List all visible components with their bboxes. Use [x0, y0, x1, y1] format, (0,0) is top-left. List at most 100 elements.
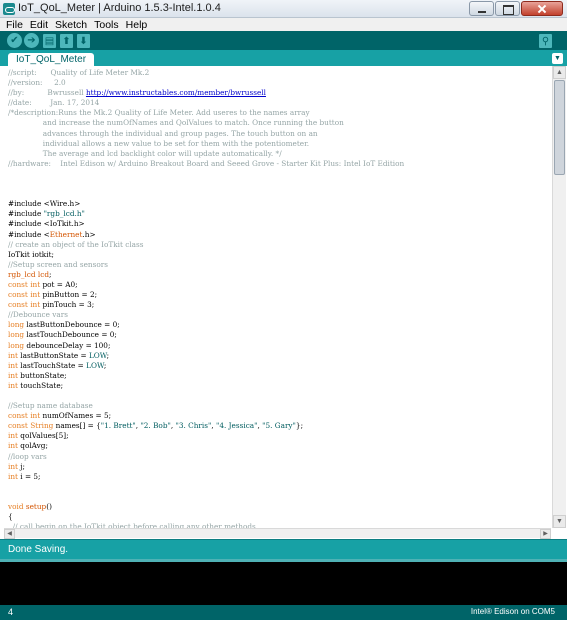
code-line: int lastTouchState = LOW; [8, 361, 552, 371]
code-token: /*description:Runs the Mk.2 Quality of L… [8, 108, 310, 118]
code-token: "3. Chris" [175, 421, 212, 431]
code-line: #include <IoTkit.h> [8, 219, 552, 229]
code-token: int [8, 471, 18, 481]
console-output[interactable] [0, 559, 567, 605]
scroll-up-icon[interactable]: ▲ [553, 66, 566, 79]
code-token: //version: 2.0 [8, 78, 66, 88]
menu-tools[interactable]: Tools [94, 19, 119, 31]
code-token: The average and lcd backlight color will… [8, 148, 282, 158]
tab-bar: IoT_QoL_Meter ▼ [0, 50, 567, 66]
magnifier-icon[interactable]: ⚲ [539, 34, 552, 48]
code-token: "1. Brett" [100, 421, 136, 431]
code-line: { [8, 512, 552, 522]
tab-iot-qol-meter[interactable]: IoT_QoL_Meter [8, 53, 95, 66]
minimize-icon[interactable] [469, 1, 494, 16]
code-line: IoTkit iotkit; [8, 250, 552, 260]
menu-file[interactable]: File [6, 19, 23, 31]
toolbar: ✔ ➔ ▤ ⬆ ⬇ ⚲ [0, 31, 567, 50]
code-line: rgb_lcd lcd; [8, 270, 552, 280]
code-line: const int pinButton = 2; [8, 290, 552, 300]
menu-help[interactable]: Help [126, 19, 148, 31]
code-token: ; [106, 350, 110, 360]
code-token: int [8, 431, 18, 441]
code-token: pot = A0; [40, 279, 78, 289]
code-token: qolAvg; [17, 441, 48, 451]
code-token: rgb_lcd [8, 269, 36, 279]
code-token: //Setup name database [8, 401, 93, 411]
scroll-right-icon[interactable]: ▶ [540, 529, 551, 539]
arrow-right-icon[interactable]: ➔ [24, 33, 39, 48]
code-line: The average and lcd backlight color will… [8, 149, 552, 159]
code-line: //hardware: Intel Edison w/ Arduino Brea… [8, 159, 552, 169]
code-token: //by: Bwrussell [8, 88, 86, 98]
code-token: pinTouch = 3; [40, 300, 95, 310]
code-token: int [8, 380, 18, 390]
code-token: "2. Bob" [140, 421, 171, 431]
code-area[interactable]: //script: Quality of Life Meter Mk.2//ve… [4, 66, 552, 528]
vertical-scrollbar[interactable]: ▲ ▼ [552, 66, 566, 528]
open-icon[interactable]: ⬆ [60, 34, 73, 48]
scroll-down-icon[interactable]: ▼ [553, 515, 566, 528]
code-editor[interactable]: //script: Quality of Life Meter Mk.2//ve… [4, 66, 552, 528]
code-line: long debounceDelay = 100; [8, 341, 552, 351]
menu-bar: File Edit Sketch Tools Help [0, 18, 567, 31]
title-bar: IoT_QoL_Meter | Arduino 1.5.3-Intel.1.0.… [0, 0, 567, 18]
code-token: int [30, 279, 41, 289]
code-token: setup [25, 502, 47, 512]
menu-edit[interactable]: Edit [30, 19, 48, 31]
code-token: buttonState; [17, 370, 67, 380]
code-token: lastButtonDebounce = 0; [24, 320, 120, 330]
code-token: //hardware: Intel Edison w/ Arduino Brea… [8, 158, 405, 168]
code-token[interactable]: http://www.instructables.com/member/bwru… [86, 88, 266, 97]
footer-bar: 4 Intel® Edison on COM5 [0, 605, 567, 620]
menu-sketch[interactable]: Sketch [55, 19, 87, 31]
code-token: //Setup screen and sensors [8, 259, 109, 269]
code-token: pinButton = 2; [40, 290, 98, 300]
code-line: //date: Jan. 17, 2014 [8, 98, 552, 108]
maximize-icon[interactable] [495, 1, 520, 16]
scroll-thumb[interactable] [554, 80, 565, 175]
code-token: int [30, 290, 41, 300]
save-icon[interactable]: ⬇ [77, 34, 90, 48]
code-token: individual allows a new value to be set … [8, 138, 310, 148]
chevron-down-icon[interactable]: ▼ [552, 53, 563, 64]
code-line: //loop vars [8, 452, 552, 462]
code-line: int qolAvg; [8, 441, 552, 451]
code-line: advances through the individual and grou… [8, 129, 552, 139]
code-line: //Setup name database [8, 401, 552, 411]
code-line: const String names[] = {"1. Brett", "2. … [8, 421, 552, 431]
status-text: Done Saving. [8, 544, 69, 555]
code-line: int buttonState; [8, 371, 552, 381]
code-token: int [8, 370, 18, 380]
arduino-icon [3, 3, 15, 15]
code-token: int [8, 350, 18, 360]
code-token: //Debounce vars [8, 310, 68, 320]
code-token: // create an object of the IoTkit class [8, 239, 144, 249]
window-controls [468, 1, 563, 17]
code-token: String [30, 421, 54, 431]
new-file-icon[interactable]: ▤ [43, 34, 56, 48]
code-token: qolValues[5]; [17, 431, 69, 441]
code-line: individual allows a new value to be set … [8, 139, 552, 149]
horizontal-scrollbar[interactable]: ◀ ▶ [4, 528, 551, 539]
code-line: long lastButtonDebounce = 0; [8, 320, 552, 330]
code-token: numOfNames = 5; [40, 411, 112, 421]
line-number: 4 [8, 607, 14, 617]
code-token: "4. Jessica" [215, 421, 258, 431]
code-token: touchState; [17, 380, 64, 390]
checkmark-icon[interactable]: ✔ [7, 33, 22, 48]
code-token: and increase the numOfNames and QolValue… [8, 118, 344, 128]
code-line: #include <Wire.h> [8, 199, 552, 209]
code-token: advances through the individual and grou… [8, 128, 318, 138]
code-token: lcd [37, 269, 49, 279]
scroll-left-icon[interactable]: ◀ [4, 529, 15, 539]
code-token: long [8, 340, 25, 350]
code-token: j; [17, 461, 26, 471]
close-icon[interactable] [521, 1, 563, 16]
code-token: long [8, 320, 25, 330]
